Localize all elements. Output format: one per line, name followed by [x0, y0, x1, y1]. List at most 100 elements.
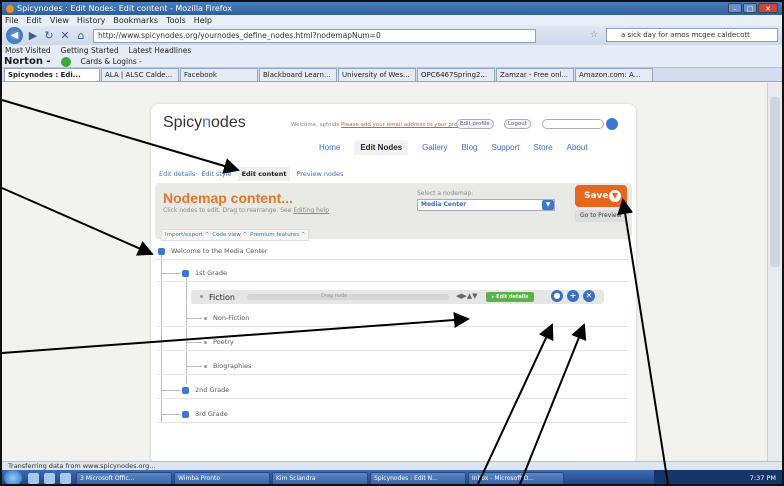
- tree-node-3rd-grade[interactable]: 3rd Grade: [155, 405, 628, 423]
- selected-node-row[interactable]: Fiction Drag node ◀▶▲▼ ▸ Edit details ● …: [191, 290, 604, 304]
- maximize-icon[interactable]: □: [743, 3, 757, 13]
- drag-handle[interactable]: [247, 294, 449, 300]
- edit-profile-button[interactable]: Edit profile: [456, 119, 494, 129]
- nav-blog[interactable]: Blog: [461, 143, 477, 155]
- chevron-down-icon[interactable]: ▼: [542, 200, 554, 210]
- nav-support[interactable]: Support: [491, 143, 519, 155]
- menu-file[interactable]: File: [5, 16, 18, 25]
- nav-home[interactable]: Home: [319, 143, 340, 155]
- menu-help[interactable]: Help: [194, 16, 212, 25]
- bookmark-most-visited[interactable]: Most Visited: [5, 46, 51, 55]
- norton-menu[interactable]: Norton -: [4, 56, 51, 67]
- main-nav: Home Edit Nodes Gallery Blog Support Sto…: [319, 140, 588, 155]
- menu-history[interactable]: History: [77, 16, 105, 25]
- edit-details-button[interactable]: ▸ Edit details: [486, 292, 534, 302]
- tab-amazon[interactable]: Amazon.com: A...: [575, 68, 653, 81]
- site-search-input[interactable]: [542, 119, 604, 129]
- bookmark-star-icon[interactable]: ☆: [590, 30, 598, 40]
- menu-bookmarks[interactable]: Bookmarks: [113, 16, 158, 25]
- tree-node-biographies[interactable]: Biographies: [155, 357, 628, 375]
- menu-edit[interactable]: Edit: [26, 16, 42, 25]
- go-to-preview-button[interactable]: Go to Preview: [575, 210, 627, 222]
- tree-node-1st-grade[interactable]: 1st Grade: [155, 264, 628, 282]
- tab-facebook[interactable]: Facebook: [180, 68, 258, 81]
- tab-university[interactable]: University of Wes...: [338, 68, 416, 81]
- tree-node-non-fiction[interactable]: Non-Fiction: [155, 309, 628, 327]
- url-bar[interactable]: http://www.spicynodes.org/yournodes_defi…: [93, 28, 536, 43]
- norton-check-icon[interactable]: [60, 56, 71, 67]
- grade3-label: 3rd Grade: [195, 410, 228, 418]
- tool-links: Import/export ^ Code view ^ Premium feat…: [161, 229, 310, 241]
- nav-gallery[interactable]: Gallery: [422, 143, 447, 155]
- reload-icon[interactable]: ↻: [43, 29, 55, 42]
- menu-bar: File Edit View History Bookmarks Tools H…: [2, 15, 782, 26]
- editing-help-link[interactable]: Editing help: [293, 207, 329, 214]
- menu-tools[interactable]: Tools: [166, 16, 186, 25]
- bookmark-getting-started[interactable]: Getting Started: [61, 46, 119, 55]
- node-bullet-icon: [182, 411, 189, 418]
- tab-edit-content[interactable]: Edit content: [237, 167, 291, 181]
- tab-edit-style[interactable]: Edit style: [201, 170, 231, 181]
- title-bar: Spicynodes : Edit Nodes: Edit content - …: [2, 2, 782, 15]
- site-search-go-icon[interactable]: [606, 118, 618, 130]
- start-orb-icon[interactable]: [4, 470, 22, 484]
- tree-line: [186, 342, 202, 343]
- system-tray: 7:37 PM: [654, 470, 782, 484]
- nav-edit-nodes[interactable]: Edit Nodes: [354, 140, 409, 155]
- panel-subtitle: Click nodes to edit. Drag to rearrange. …: [163, 207, 329, 214]
- search-input[interactable]: a sick day for amos mcgee caldecott: [606, 28, 778, 42]
- panel-subtitle-text: Click nodes to edit. Drag to rearrange. …: [163, 207, 292, 214]
- import-export-link[interactable]: Import/export ^: [165, 232, 209, 238]
- spicynodes-logo[interactable]: Spicynodes: [163, 114, 246, 132]
- back-icon[interactable]: ◀: [6, 27, 23, 44]
- delete-node-icon[interactable]: ✕: [583, 290, 595, 302]
- move-arrows-icon[interactable]: ◀▶▲▼: [456, 292, 478, 300]
- forward-icon[interactable]: ▶: [27, 29, 39, 42]
- minimize-icon[interactable]: –: [728, 3, 742, 13]
- settings-icon[interactable]: ●: [551, 290, 563, 302]
- tree-node-poetry[interactable]: Poetry: [155, 333, 628, 351]
- taskbar-item-office[interactable]: 3 Microsoft Offic...: [76, 471, 172, 484]
- quicklaunch-icon[interactable]: [60, 472, 71, 484]
- nodemap-select[interactable]: Media Center: [417, 199, 555, 211]
- tab-alsc[interactable]: ALA | ALSC Calde...: [101, 68, 179, 81]
- windows-taskbar: 3 Microsoft Offic... Wimba Pronto Kim Sc…: [2, 470, 782, 484]
- nav-about[interactable]: About: [567, 143, 588, 155]
- tab-opc[interactable]: OPC6467Spring2...: [417, 68, 495, 81]
- nav-store[interactable]: Store: [534, 143, 553, 155]
- quicklaunch-icon[interactable]: [44, 472, 55, 484]
- bookmarks-toolbar: Most Visited Getting Started Latest Head…: [2, 45, 782, 56]
- menu-view[interactable]: View: [50, 16, 69, 25]
- bookmark-latest-headlines[interactable]: Latest Headlines: [129, 46, 192, 55]
- add-node-icon[interactable]: +: [567, 290, 579, 302]
- profile-email-link[interactable]: Please add your email address to your pr…: [341, 122, 466, 128]
- home-icon[interactable]: ⌂: [75, 29, 87, 42]
- tab-blackboard[interactable]: Blackboard Learn...: [259, 68, 337, 81]
- status-bar: Transferring data from www.spicynodes.or…: [2, 461, 782, 470]
- node-tree: Welcome to the Media Center 1st Grade Fi…: [151, 242, 636, 461]
- code-view-link[interactable]: Code view ^: [212, 232, 247, 238]
- scrollbar-thumb[interactable]: [770, 97, 780, 267]
- taskbar-item-inbox[interactable]: Inbox - Microsoft O...: [468, 471, 564, 484]
- logo-suffix: odes: [211, 114, 246, 131]
- stop-icon[interactable]: ✕: [59, 29, 71, 42]
- poetry-label: Poetry: [213, 338, 234, 346]
- cards-logins-menu[interactable]: Cards & Logins -: [81, 57, 142, 66]
- premium-features-link[interactable]: Premium features ^: [250, 232, 305, 238]
- drag-node-label: Drag node: [321, 293, 348, 299]
- tree-line: [161, 414, 181, 415]
- save-button[interactable]: Save ▼: [575, 185, 627, 207]
- logout-button[interactable]: Logout: [504, 119, 531, 129]
- tree-root[interactable]: Welcome to the Media Center: [155, 242, 628, 260]
- tab-spicynodes[interactable]: Spicynodes : Edi...: [4, 68, 100, 81]
- tab-preview-nodes[interactable]: Preview nodes: [296, 170, 343, 181]
- taskbar-item-spicynodes[interactable]: Spicynodes : Edit N...: [370, 471, 466, 484]
- tree-node-2nd-grade[interactable]: 2nd Grade: [155, 381, 628, 399]
- taskbar-item-kim[interactable]: Kim Sciandra: [272, 471, 368, 484]
- tab-zamzar[interactable]: Zamzar - Free onl...: [496, 68, 574, 81]
- vertical-scrollbar[interactable]: [767, 83, 782, 461]
- quicklaunch-icon[interactable]: [28, 472, 39, 484]
- close-icon[interactable]: ✕: [758, 3, 778, 13]
- tab-edit-details[interactable]: Edit details: [159, 170, 195, 181]
- taskbar-item-wimba[interactable]: Wimba Pronto: [174, 471, 270, 484]
